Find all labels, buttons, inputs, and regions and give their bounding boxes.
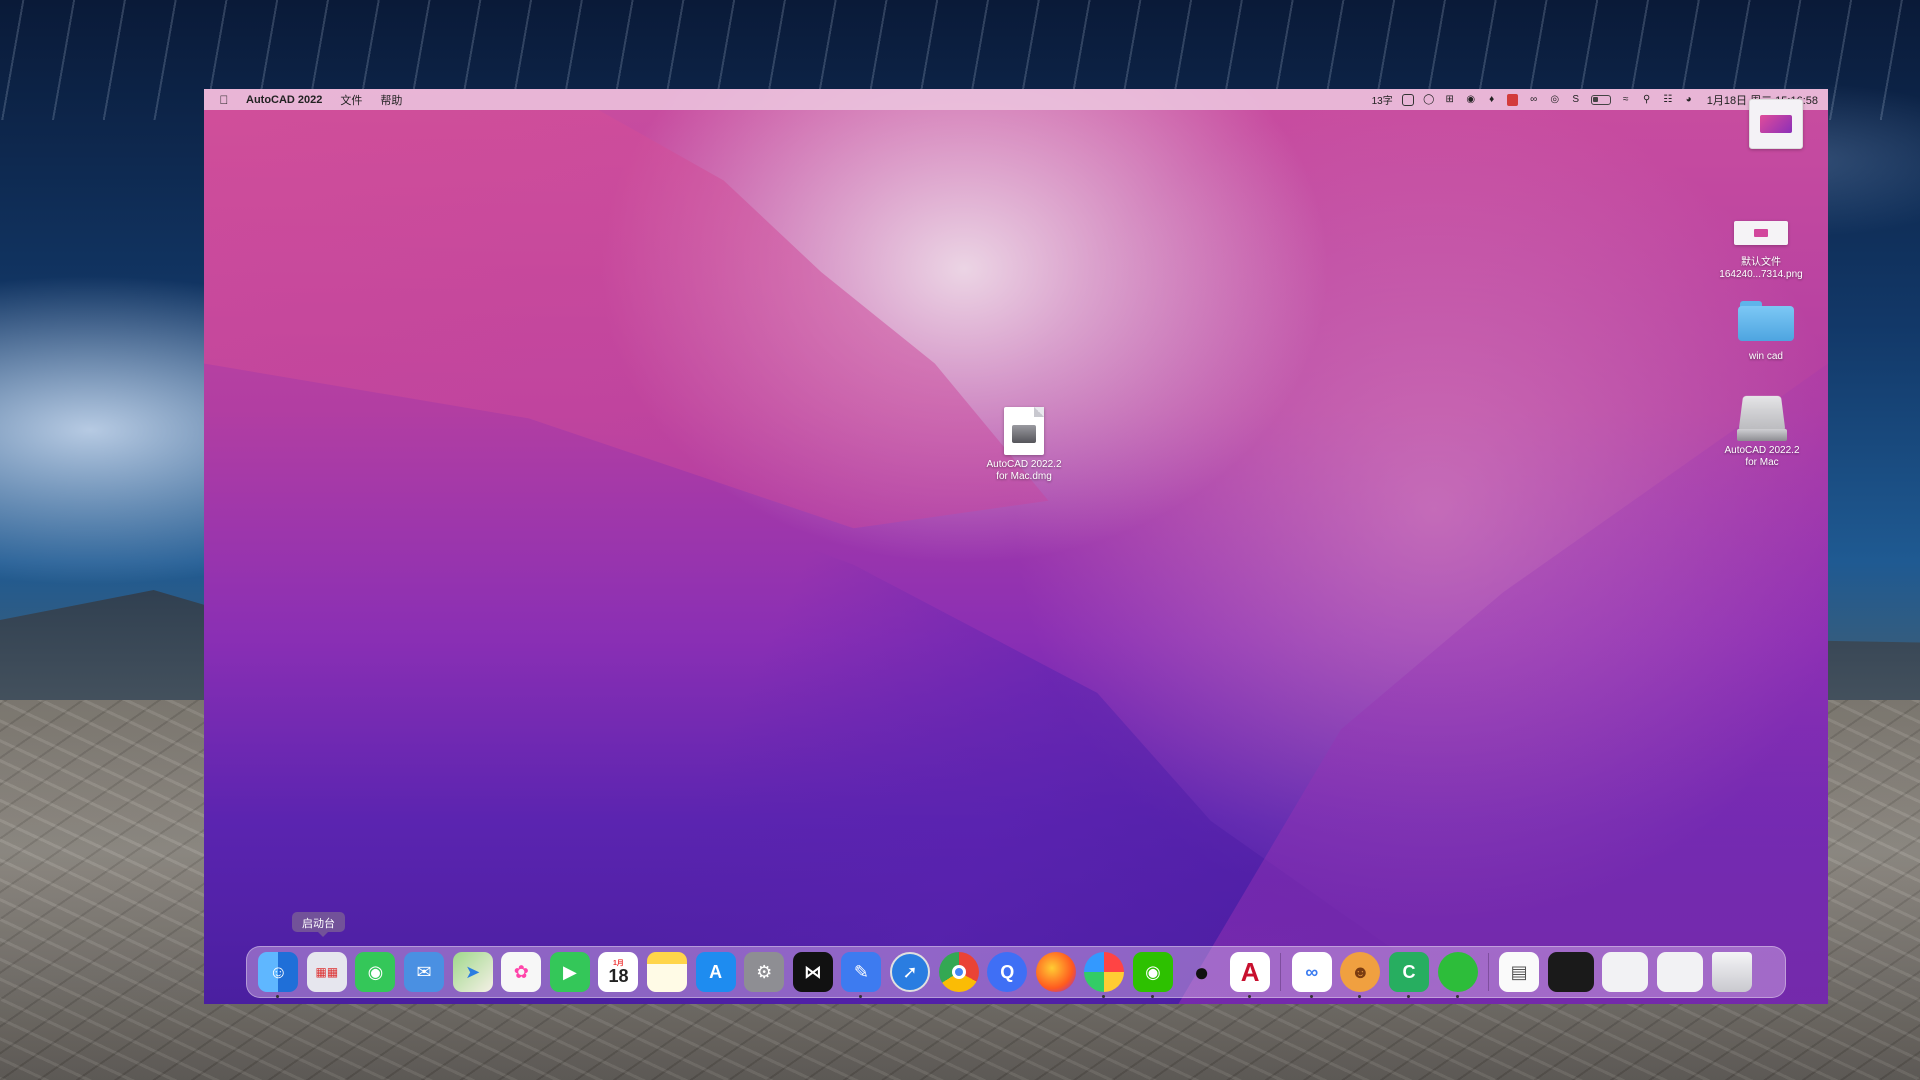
menu-help[interactable]: 帮助 [380,92,402,108]
desktop-file-label: AutoCAD 2022.2 for Mac.dmg [986,459,1062,482]
desktop-dmg-file[interactable]: AutoCAD 2022.2 for Mac.dmg [969,407,1079,483]
desktop-folder-wincad[interactable]: win cad [1716,301,1816,363]
mounted-disk-icon [1737,393,1787,441]
green-circle-icon[interactable] [1437,952,1478,998]
app-menu[interactable]: AutoCAD 2022 [246,94,322,106]
apple-menu-icon[interactable]:  [214,93,234,107]
wechat-icon[interactable]: ◉ [1132,952,1173,998]
capcut-icon[interactable]: ⋈ [792,952,833,992]
autocad-icon[interactable]: A [1230,952,1271,998]
dmg-file-icon [1004,407,1044,455]
camtasia-icon[interactable]: C [1388,952,1429,998]
colorwheel-icon[interactable] [1084,952,1125,998]
launchpad-icon[interactable]: ▦▦ [306,952,347,992]
menu-bar:  AutoCAD 2022 文件 帮助 13字 ◯ ⊞ ◉ ♦ ∞ ◎ S ≈… [204,89,1828,110]
search-app-icon[interactable]: Q [987,952,1028,992]
qq-icon[interactable]: ● [1182,952,1222,992]
dock: ☺ ▦▦ ◉ ✉ ➤ ✿ ▶ 1月 18 A ⚙ ⋈ ✎ ➚ Q ◉ ● A ∞… [246,946,1786,998]
maps-icon[interactable]: ➤ [452,952,493,992]
search-icon[interactable]: ⚲ [1641,93,1653,107]
safari-icon[interactable]: ➚ [890,952,931,992]
notes-icon[interactable] [647,952,688,992]
window-thumbnail[interactable] [1656,952,1703,992]
png-thumbnail [1734,221,1788,245]
desktop-file-label: 默认文件 164240...7314.png [1719,257,1803,280]
grid-icon[interactable]: ⊞ [1444,93,1456,107]
mail-icon[interactable]: ✉ [404,952,445,992]
settings-icon[interactable]: ⚙ [744,952,785,992]
bell-icon[interactable]: ♦ [1486,93,1498,107]
mic-icon[interactable]: ◯ [1423,93,1435,107]
recording-thumbnail[interactable] [1547,952,1594,992]
desktop-png-file[interactable]: 默认文件 164240...7314.png [1706,221,1816,281]
firefox-icon[interactable] [1035,952,1076,992]
cloud-sync-icon[interactable]: ∞ [1528,93,1540,107]
menu-file[interactable]: 文件 [340,92,362,108]
dock-separator [1280,953,1282,991]
desktop-screenshot[interactable] [1741,99,1811,149]
photos-icon[interactable]: ✿ [501,952,542,992]
mac-screen:  AutoCAD 2022 文件 帮助 13字 ◯ ⊞ ◉ ♦ ∞ ◎ S ≈… [204,89,1828,1004]
dock-separator [1487,953,1489,991]
chrome-icon[interactable] [938,952,979,992]
document-icon[interactable]: ▤ [1499,952,1540,992]
control-center-icon[interactable]: ☷ [1662,93,1674,107]
desktop-disk-label: AutoCAD 2022.2 for Mac [1724,445,1800,468]
appstore-icon[interactable]: A [695,952,736,992]
facetime-icon[interactable]: ▶ [549,952,590,992]
screenshot-thumbnail [1749,99,1803,149]
word-count-status[interactable]: 13字 [1372,93,1393,107]
calendar-icon[interactable]: 1月 18 [598,952,639,992]
battery-icon[interactable] [1590,93,1611,107]
s-app-icon[interactable]: S [1570,93,1582,107]
finder-icon[interactable]: ☺ [258,952,299,998]
desktop-mounted-disk[interactable]: AutoCAD 2022.2 for Mac [1707,393,1817,469]
trash-icon[interactable] [1711,952,1752,992]
red-app-icon[interactable] [1507,93,1519,107]
pen-icon[interactable]: ✎ [841,952,882,998]
desktop-folder-label: win cad [1749,351,1783,362]
siri-icon[interactable]: ◕ [1683,93,1695,107]
cloud-rings-icon[interactable]: ∞ [1291,952,1332,998]
monkey-icon[interactable]: ☻ [1340,952,1381,998]
messages-icon[interactable]: ◉ [355,952,396,992]
wifi-icon[interactable]: ≈ [1620,93,1632,107]
folder-icon [1738,301,1794,341]
vpn-icon[interactable]: ◎ [1549,93,1561,107]
window-thumbnail[interactable] [1602,952,1649,992]
screen-record-icon[interactable] [1401,93,1414,107]
dock-tooltip: 启动台 [292,912,345,937]
calendar-day: 18 [608,966,629,986]
wechat-status-icon[interactable]: ◉ [1465,93,1477,107]
